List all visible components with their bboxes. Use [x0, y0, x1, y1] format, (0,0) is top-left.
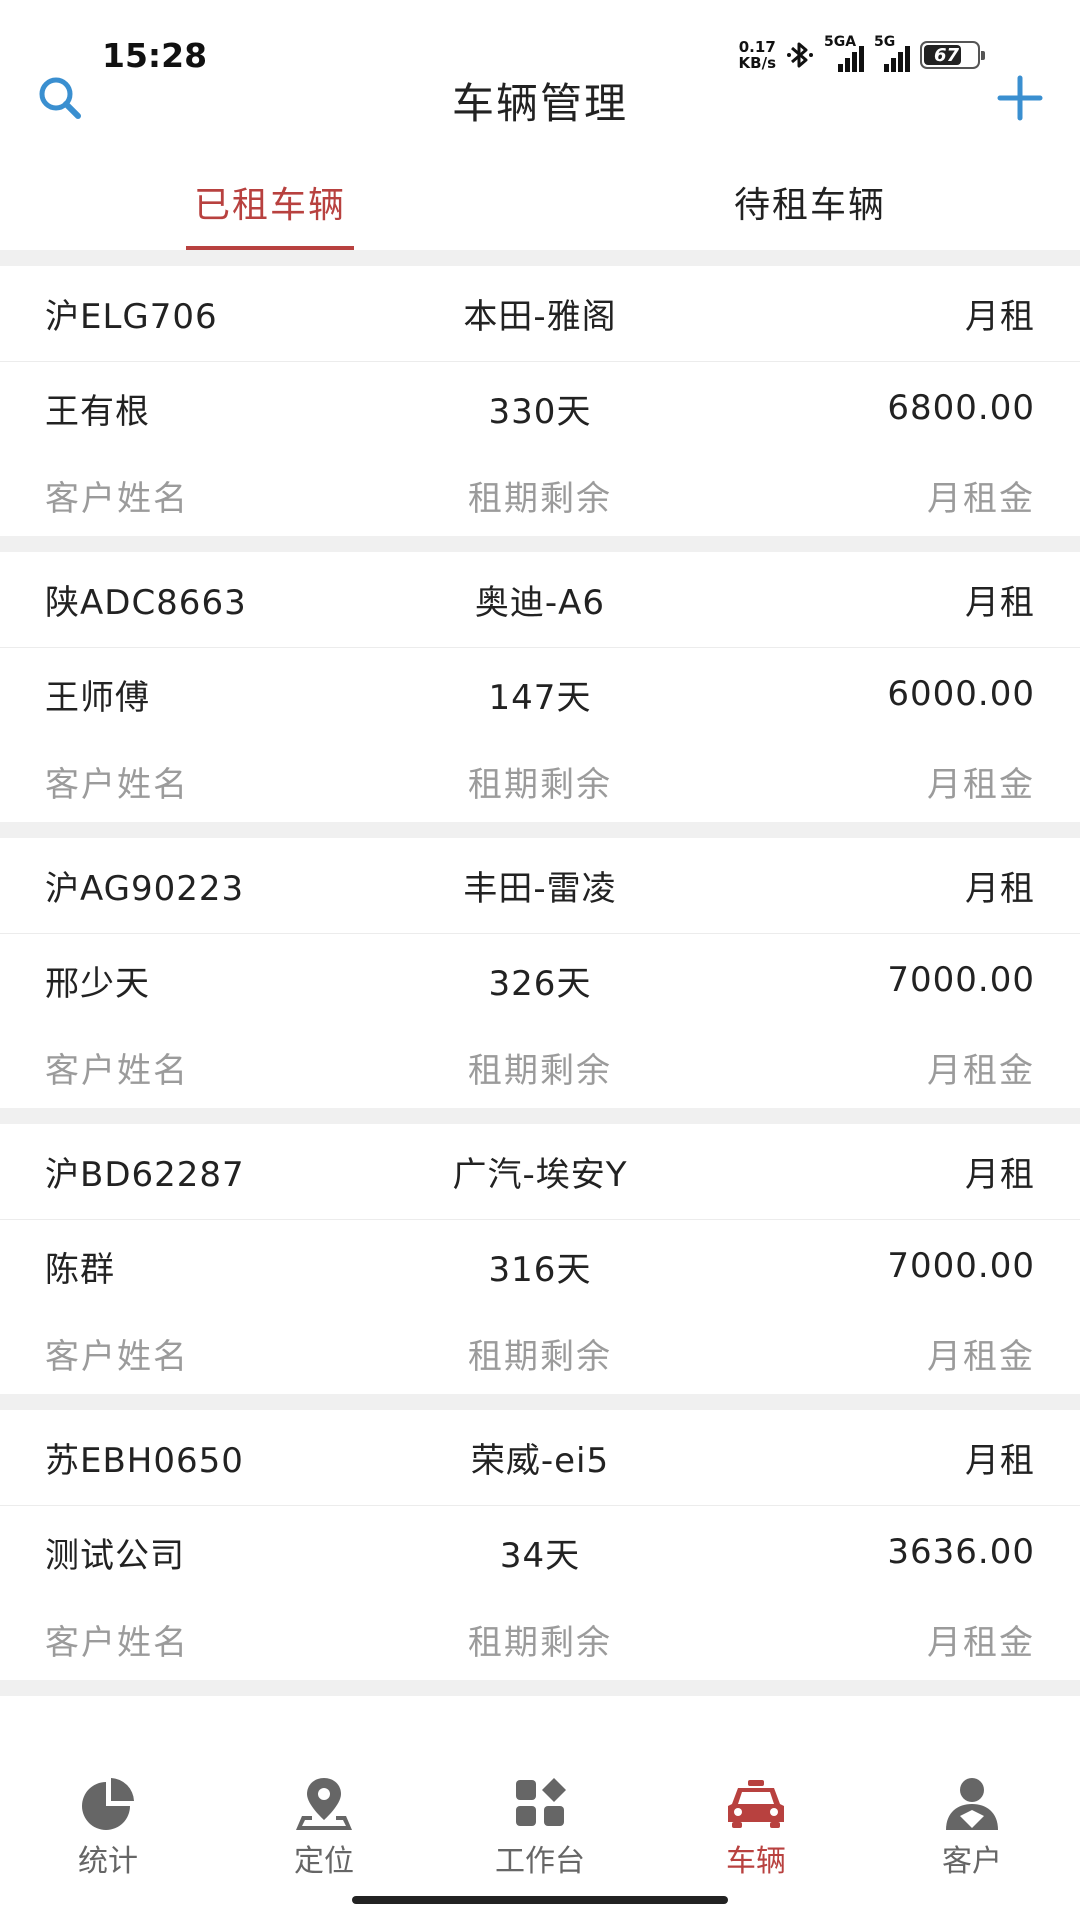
vehicle-card[interactable]: 苏EBH0650 荣威-ei5 月租 测试公司 34天 3636.00 客户姓名… — [0, 1410, 1080, 1680]
tab-rented[interactable]: 已租车辆 — [0, 150, 540, 250]
car-model: 丰田-雷凌 — [463, 869, 617, 909]
nav-statistics[interactable]: 统计 — [0, 1762, 216, 1920]
customer-name: 王有根 — [45, 391, 150, 432]
plate-number: 沪BD62287 — [45, 1155, 245, 1195]
nav-statistics-label: 统计 — [78, 1844, 138, 1879]
battery-level: 67 — [934, 44, 960, 66]
car-model: 广汽-埃安Y — [452, 1155, 628, 1195]
car-model: 奥迪-A6 — [474, 583, 606, 623]
car-model: 本田-雅阁 — [463, 297, 617, 337]
customer-name: 王师傅 — [45, 677, 150, 718]
tab-rented-label: 已租车辆 — [193, 185, 346, 226]
vehicle-list[interactable]: 沪ELG706 本田-雅阁 月租 王有根 330天 6800.00 客户姓名 租… — [0, 250, 1080, 1762]
monthly-rent-caption: 月租金 — [927, 1050, 1035, 1091]
vehicle-card[interactable]: 沪BD62287 广汽-埃安Y 月租 陈群 316天 7000.00 客户姓名 … — [0, 1124, 1080, 1394]
nav-workbench-label: 工作台 — [495, 1844, 585, 1879]
monthly-rent-caption: 月租金 — [927, 478, 1035, 519]
rent-type: 月租 — [965, 869, 1035, 909]
plate-number: 陕ADC8663 — [45, 583, 247, 623]
vehicle-card[interactable]: 沪ELG706 本田-雅阁 月租 王有根 330天 6800.00 客户姓名 租… — [0, 266, 1080, 536]
pie-chart-icon — [82, 1778, 134, 1830]
nav-customers-label: 客户 — [942, 1844, 1002, 1879]
customer-name-caption: 客户姓名 — [45, 478, 189, 519]
rent-type: 月租 — [965, 583, 1035, 623]
vehicle-card[interactable]: 沪AG90223 丰田-雷凌 月租 邢少天 326天 7000.00 客户姓名 … — [0, 838, 1080, 1108]
vehicle-card-partial[interactable] — [0, 1696, 1080, 1762]
nav-vehicles-label: 车辆 — [726, 1844, 786, 1879]
monthly-rent-caption: 月租金 — [927, 764, 1035, 805]
plate-number: 沪ELG706 — [45, 297, 218, 337]
customer-name-caption: 客户姓名 — [45, 1050, 189, 1091]
workbench-grid-icon — [516, 1778, 566, 1826]
remaining-term: 326天 — [488, 963, 592, 1004]
plate-number: 沪AG90223 — [45, 869, 245, 909]
customer-name-caption: 客户姓名 — [45, 1336, 189, 1377]
customer-name-caption: 客户姓名 — [45, 764, 189, 805]
monthly-rent: 7000.00 — [887, 1246, 1035, 1286]
remaining-term-caption: 租期剩余 — [468, 478, 612, 519]
network-speed-value: 0.17 — [738, 38, 776, 56]
rent-type: 月租 — [965, 1155, 1035, 1195]
tab-available[interactable]: 待租车辆 — [540, 150, 1080, 250]
nav-location-label: 定位 — [294, 1844, 354, 1879]
remaining-term: 34天 — [499, 1535, 581, 1576]
customer-name: 陈群 — [45, 1249, 115, 1290]
nav-customers[interactable]: 客户 — [864, 1762, 1080, 1920]
page-title: 车辆管理 — [451, 79, 628, 128]
monthly-rent-caption: 月租金 — [927, 1622, 1035, 1663]
remaining-term-caption: 租期剩余 — [468, 1336, 612, 1377]
remaining-term-caption: 租期剩余 — [468, 1622, 612, 1663]
customer-name: 测试公司 — [45, 1535, 185, 1576]
home-indicator[interactable] — [352, 1896, 728, 1904]
tab-available-label: 待租车辆 — [733, 185, 886, 226]
vehicle-card[interactable]: 陕ADC8663 奥迪-A6 月租 王师傅 147天 6000.00 客户姓名 … — [0, 552, 1080, 822]
monthly-rent: 3636.00 — [887, 1532, 1035, 1572]
tab-bar: 已租车辆 待租车辆 — [0, 150, 1080, 250]
location-pin-icon — [296, 1778, 352, 1830]
monthly-rent: 7000.00 — [887, 960, 1035, 1000]
remaining-term: 330天 — [488, 391, 592, 432]
remaining-term: 316天 — [488, 1249, 592, 1290]
plate-number: 苏EBH0650 — [45, 1441, 244, 1481]
customer-name: 邢少天 — [45, 963, 150, 1004]
user-icon — [946, 1778, 998, 1830]
customer-name-caption: 客户姓名 — [45, 1622, 189, 1663]
monthly-rent-caption: 月租金 — [927, 1336, 1035, 1377]
remaining-term-caption: 租期剩余 — [468, 764, 612, 805]
rent-type: 月租 — [965, 297, 1035, 337]
plus-icon[interactable] — [994, 72, 1046, 124]
rent-type: 月租 — [965, 1441, 1035, 1481]
car-model: 荣威-ei5 — [470, 1441, 610, 1481]
remaining-term-caption: 租期剩余 — [468, 1050, 612, 1091]
monthly-rent: 6000.00 — [887, 674, 1035, 714]
car-icon — [728, 1780, 784, 1828]
monthly-rent: 6800.00 — [887, 388, 1035, 428]
remaining-term: 147天 — [488, 677, 592, 718]
app-header: 车辆管理 — [0, 64, 1080, 134]
